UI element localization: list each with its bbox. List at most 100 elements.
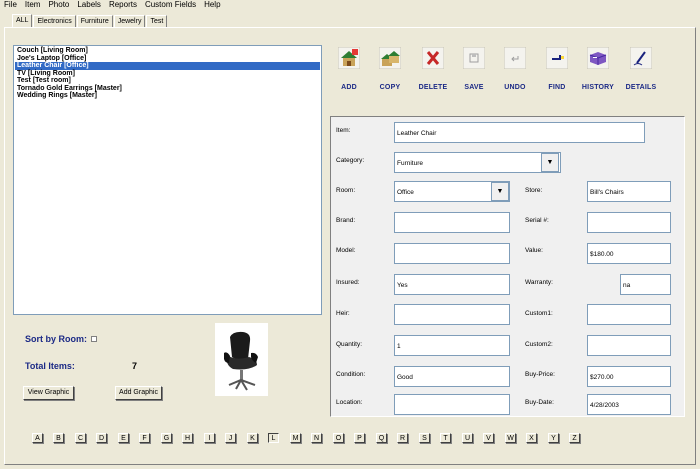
undo-arrow-icon xyxy=(504,47,526,69)
letter-y-button[interactable]: Y xyxy=(548,433,559,443)
sort-by-room-checkbox[interactable] xyxy=(91,336,97,342)
leather-chair-icon xyxy=(215,323,268,396)
list-item[interactable]: Tornado Gold Earrings [Master] xyxy=(15,85,320,93)
save-label: SAVE xyxy=(464,84,484,91)
custom2-field[interactable] xyxy=(587,335,671,356)
letter-q-button[interactable]: Q xyxy=(376,433,387,443)
buy-price-field[interactable]: $270.00 xyxy=(587,366,671,387)
value-field[interactable]: $180.00 xyxy=(587,243,671,264)
add-label: ADD xyxy=(341,84,357,91)
letter-r-button[interactable]: R xyxy=(397,433,408,443)
add-graphic-button[interactable]: Add Graphic xyxy=(115,386,162,400)
location-field[interactable] xyxy=(394,394,510,415)
letter-p-button[interactable]: P xyxy=(354,433,365,443)
menu-custom-fields[interactable]: Custom Fields xyxy=(141,0,200,11)
heir-field[interactable] xyxy=(394,304,510,325)
letter-k-button[interactable]: K xyxy=(247,433,258,443)
house-add-icon xyxy=(338,47,360,69)
undo-button[interactable]: UNDO xyxy=(495,47,535,91)
copy-label: COPY xyxy=(379,84,401,91)
list-item[interactable]: Joe's Laptop [Office] xyxy=(15,55,320,63)
list-item-selected[interactable]: Leather Chair [Office] xyxy=(15,62,320,70)
menu-file[interactable]: File xyxy=(0,0,21,11)
store-label: Store: xyxy=(525,187,543,194)
menu-labels[interactable]: Labels xyxy=(73,0,105,11)
insured-field[interactable]: Yes xyxy=(394,274,510,295)
list-item[interactable]: Test [Test room] xyxy=(15,77,320,85)
condition-label: Condition: xyxy=(336,371,366,378)
total-items-count: 7 xyxy=(132,361,138,371)
delete-x-icon xyxy=(422,47,444,69)
letter-s-button[interactable]: S xyxy=(419,433,430,443)
letter-f-button[interactable]: F xyxy=(139,433,150,443)
quantity-field[interactable]: 1 xyxy=(394,335,510,356)
letter-w-button[interactable]: W xyxy=(505,433,516,443)
brand-label: Brand: xyxy=(336,217,356,224)
custom1-field[interactable] xyxy=(587,304,671,325)
letter-l-button[interactable]: L xyxy=(268,433,279,443)
copy-button[interactable]: COPY xyxy=(370,47,410,91)
letter-e-button[interactable]: E xyxy=(118,433,129,443)
total-items-label: Total Items: xyxy=(25,361,75,371)
buy-date-label: Buy-Date: xyxy=(525,399,554,406)
item-label: Item: xyxy=(336,127,351,134)
details-button[interactable]: DETAILS xyxy=(621,47,661,91)
undo-label: UNDO xyxy=(504,84,526,91)
pen-details-icon xyxy=(630,47,652,69)
letter-o-button[interactable]: O xyxy=(333,433,344,443)
letter-z-button[interactable]: Z xyxy=(569,433,580,443)
letter-d-button[interactable]: D xyxy=(96,433,107,443)
condition-field[interactable]: Good xyxy=(394,366,510,387)
serial-field[interactable] xyxy=(587,212,671,233)
add-button[interactable]: ADD xyxy=(329,47,369,91)
menu-photo[interactable]: Photo xyxy=(44,0,73,11)
letter-j-button[interactable]: J xyxy=(225,433,236,443)
model-label: Model: xyxy=(336,247,356,254)
letter-x-button[interactable]: X xyxy=(526,433,537,443)
menu-bar: File Item Photo Labels Reports Custom Fi… xyxy=(0,0,700,11)
delete-button[interactable]: DELETE xyxy=(413,47,453,91)
menu-help[interactable]: Help xyxy=(200,0,224,11)
menu-reports[interactable]: Reports xyxy=(105,0,141,11)
category-label: Category: xyxy=(336,157,365,164)
menu-item[interactable]: Item xyxy=(21,0,45,11)
letter-m-button[interactable]: M xyxy=(290,433,301,443)
letter-u-button[interactable]: U xyxy=(462,433,473,443)
model-field[interactable] xyxy=(394,243,510,264)
buy-price-label: Buy-Price: xyxy=(525,371,555,378)
brand-field[interactable] xyxy=(394,212,510,233)
buy-date-field[interactable]: 4/28/2003 xyxy=(587,394,671,415)
custom2-label: Custom2: xyxy=(525,341,553,348)
room-label: Room: xyxy=(336,187,356,194)
letter-n-button[interactable]: N xyxy=(311,433,322,443)
letter-a-button[interactable]: A xyxy=(32,433,43,443)
delete-label: DELETE xyxy=(418,84,448,91)
store-field[interactable]: Bill's Chairs xyxy=(587,181,671,202)
sort-by-room-label: Sort by Room: xyxy=(25,334,87,344)
letter-i-button[interactable]: I xyxy=(204,433,215,443)
letter-b-button[interactable]: B xyxy=(53,433,64,443)
find-pointer-icon xyxy=(546,47,568,69)
list-item[interactable]: Wedding Rings [Master] xyxy=(15,92,320,100)
letter-c-button[interactable]: C xyxy=(75,433,86,443)
tab-all[interactable]: ALL xyxy=(12,14,33,27)
warranty-field[interactable]: na xyxy=(620,274,671,295)
list-item[interactable]: TV [Living Room] xyxy=(15,70,320,78)
letter-g-button[interactable]: G xyxy=(161,433,172,443)
letter-t-button[interactable]: T xyxy=(440,433,451,443)
history-label: HISTORY xyxy=(581,84,615,91)
save-button[interactable]: SAVE xyxy=(454,47,494,91)
view-graphic-button[interactable]: View Graphic xyxy=(23,386,74,400)
chevron-down-icon[interactable]: ▼ xyxy=(491,182,509,201)
details-label: DETAILS xyxy=(625,84,657,91)
letter-h-button[interactable]: H xyxy=(182,433,193,443)
item-field[interactable]: Leather Chair xyxy=(394,122,645,143)
find-button[interactable]: FIND xyxy=(537,47,577,91)
history-button[interactable]: HISTORY xyxy=(578,47,618,91)
list-item[interactable]: Couch [Living Room] xyxy=(15,47,320,55)
letter-v-button[interactable]: V xyxy=(483,433,494,443)
insured-label: Insured: xyxy=(336,279,360,286)
item-list[interactable]: Couch [Living Room] Joe's Laptop [Office… xyxy=(13,45,322,315)
category-select[interactable]: Furniture xyxy=(394,152,561,173)
chevron-down-icon[interactable]: ▼ xyxy=(541,153,559,172)
